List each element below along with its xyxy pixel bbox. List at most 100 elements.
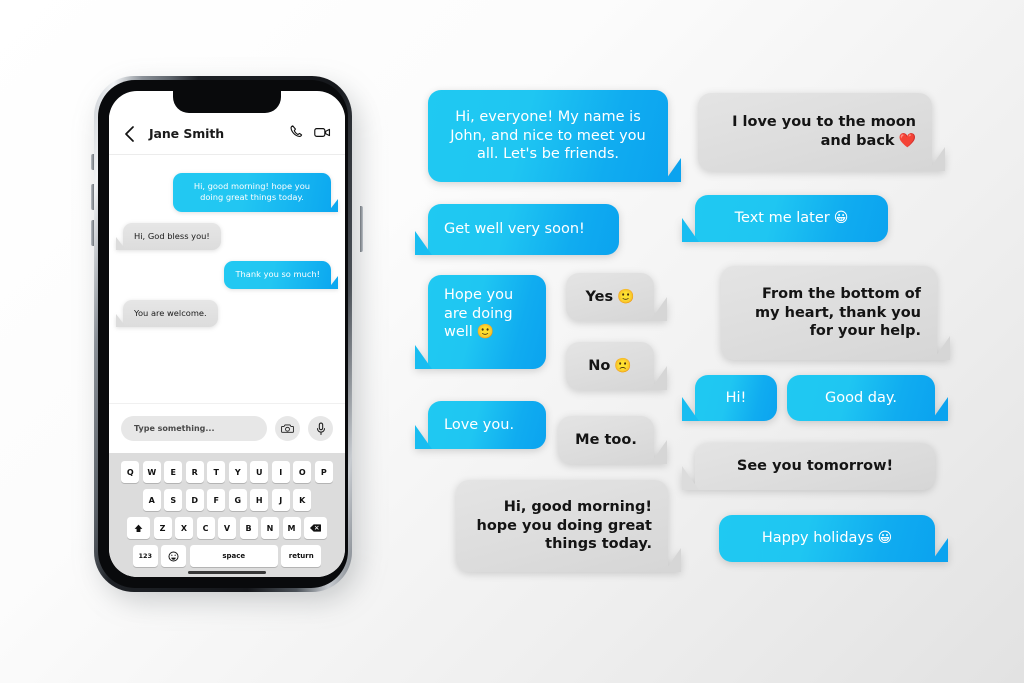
key-h[interactable]: H <box>250 489 269 511</box>
key-g[interactable]: G <box>228 489 247 511</box>
microphone-icon[interactable] <box>308 416 333 441</box>
header-icon-group <box>289 124 331 143</box>
chat-message-list: Hi, good morning! hope you doing great t… <box>109 155 345 395</box>
key-f[interactable]: F <box>207 489 226 511</box>
keyboard-row-3: Z X C V B N M <box>113 517 341 539</box>
numbers-key[interactable]: 123 <box>132 545 158 567</box>
key-s[interactable]: S <box>164 489 183 511</box>
bubble-text: Hope you are doing well 🙂 <box>444 287 514 341</box>
key-m[interactable]: M <box>282 517 301 539</box>
bubble-text: Hi, everyone! My name is John, and nice … <box>450 109 646 163</box>
message-row: You are welcome. <box>116 299 331 328</box>
slightly-smiling-face-icon: 🙂 <box>476 324 495 341</box>
bubble-text: Get well very soon! <box>444 221 585 238</box>
chat-bubble-outgoing[interactable]: Thank you so much! <box>224 261 338 290</box>
return-key[interactable]: return <box>281 545 322 567</box>
key-v[interactable]: V <box>218 517 236 539</box>
phone-icon[interactable] <box>289 124 304 143</box>
key-p[interactable]: P <box>314 461 333 483</box>
key-a[interactable]: A <box>142 489 161 511</box>
bubble-text: No 🙁 <box>588 357 632 374</box>
chat-bubble-incoming[interactable]: Hi, God bless you! <box>116 222 221 251</box>
onscreen-keyboard: Q W E R T Y U I O P A S D F G H J K Z X … <box>109 453 345 577</box>
message-input-field[interactable]: Type something... <box>121 416 267 441</box>
phone-mockup: Jane Smith Hi, good morning! hope you do… <box>91 76 363 600</box>
chevron-left-icon[interactable] <box>123 125 137 143</box>
backspace-icon[interactable] <box>304 517 327 539</box>
key-k[interactable]: K <box>293 489 312 511</box>
bubble-hope-you-are-doing-well[interactable]: Hope you are doing well 🙂 <box>415 275 546 369</box>
shift-icon[interactable] <box>127 517 150 539</box>
phone-body: Jane Smith Hi, good morning! hope you do… <box>98 80 348 588</box>
bubble-see-you-tomorrow[interactable]: See you tomorrow! <box>682 443 935 490</box>
bubble-intro[interactable]: Hi, everyone! My name is John, and nice … <box>428 90 681 182</box>
bubble-text-me-later[interactable]: Text me later 😀 <box>682 195 888 242</box>
bubble-yes[interactable]: Yes 🙂 <box>566 273 667 321</box>
bubble-no[interactable]: No 🙁 <box>566 342 667 390</box>
key-o[interactable]: O <box>293 461 312 483</box>
key-d[interactable]: D <box>185 489 204 511</box>
key-i[interactable]: I <box>271 461 290 483</box>
bubble-happy-holidays[interactable]: Happy holidays 😀 <box>719 515 948 562</box>
volume-up-button[interactable] <box>91 184 94 210</box>
bubble-text: Text me later 😀 <box>734 210 849 227</box>
message-row: Thank you so much! <box>123 261 338 290</box>
bubble-text: See you tomorrow! <box>736 458 894 475</box>
bubble-love-you[interactable]: Love you. <box>415 401 546 449</box>
emoji-icon[interactable] <box>161 545 187 567</box>
key-w[interactable]: W <box>142 461 161 483</box>
bubble-good-morning[interactable]: Hi, good morning! hope you doing great t… <box>456 480 681 572</box>
key-u[interactable]: U <box>250 461 269 483</box>
bubble-text: From the bottom of my heart, thank you f… <box>755 286 921 340</box>
smiling-face-icon: 🙂 <box>617 288 635 305</box>
message-row: Hi, good morning! hope you doing great t… <box>123 173 339 212</box>
keyboard-row-4: 123 space return <box>113 545 341 567</box>
red-heart-icon: ❤️ <box>898 132 916 149</box>
bubble-text: Love you. <box>444 416 515 433</box>
phone-screen: Jane Smith Hi, good morning! hope you do… <box>109 91 345 577</box>
key-b[interactable]: B <box>239 517 258 539</box>
chat-bubble-outgoing[interactable]: Hi, good morning! hope you doing great t… <box>172 173 339 212</box>
keyboard-row-2: A S D F G H J K <box>113 489 341 511</box>
bubble-text: I love you to the moon and back ❤️ <box>732 114 916 149</box>
space-key[interactable]: space <box>189 545 278 567</box>
message-row: Hi, God bless you! <box>116 222 331 251</box>
contact-name: Jane Smith <box>149 126 225 141</box>
bubble-love-you-moon[interactable]: I love you to the moon and back ❤️ <box>698 93 945 171</box>
key-e[interactable]: E <box>164 461 183 483</box>
bubble-me-too[interactable]: Me too. <box>558 416 667 464</box>
key-c[interactable]: C <box>196 517 215 539</box>
video-camera-icon[interactable] <box>314 124 331 143</box>
power-button[interactable] <box>360 206 363 252</box>
bubble-text: Me too. <box>575 431 637 448</box>
bubble-hi[interactable]: Hi! <box>682 375 777 421</box>
bubble-text: Yes 🙂 <box>585 288 635 305</box>
message-input-bar: Type something... <box>109 403 345 453</box>
grinning-face-icon: 😀 <box>833 210 849 227</box>
frowning-face-icon: 🙁 <box>614 357 632 374</box>
bubble-text: Hi! <box>725 389 747 406</box>
bubble-thank-you-help[interactable]: From the bottom of my heart, thank you f… <box>721 266 950 360</box>
key-y[interactable]: Y <box>228 461 247 483</box>
key-z[interactable]: Z <box>153 517 172 539</box>
mute-switch-button[interactable] <box>91 154 94 170</box>
key-q[interactable]: Q <box>121 461 140 483</box>
speech-bubble-gallery: Hi, everyone! My name is John, and nice … <box>415 90 980 600</box>
key-t[interactable]: T <box>207 461 226 483</box>
camera-icon[interactable] <box>275 416 300 441</box>
key-j[interactable]: J <box>271 489 290 511</box>
bubble-text: Happy holidays 😀 <box>761 530 893 547</box>
chat-bubble-incoming[interactable]: You are welcome. <box>116 299 218 328</box>
bubble-get-well[interactable]: Get well very soon! <box>415 204 619 255</box>
home-indicator <box>188 571 266 574</box>
phone-notch <box>173 91 281 113</box>
key-n[interactable]: N <box>261 517 279 539</box>
bubble-text: Good day. <box>824 389 897 406</box>
chat-header: Jane Smith <box>109 113 345 155</box>
keyboard-row-1: Q W E R T Y U I O P <box>113 461 341 483</box>
key-x[interactable]: X <box>175 517 193 539</box>
volume-down-button[interactable] <box>91 220 94 246</box>
key-r[interactable]: R <box>185 461 204 483</box>
grinning-face-icon: 😀 <box>877 530 893 547</box>
bubble-good-day[interactable]: Good day. <box>787 375 948 421</box>
